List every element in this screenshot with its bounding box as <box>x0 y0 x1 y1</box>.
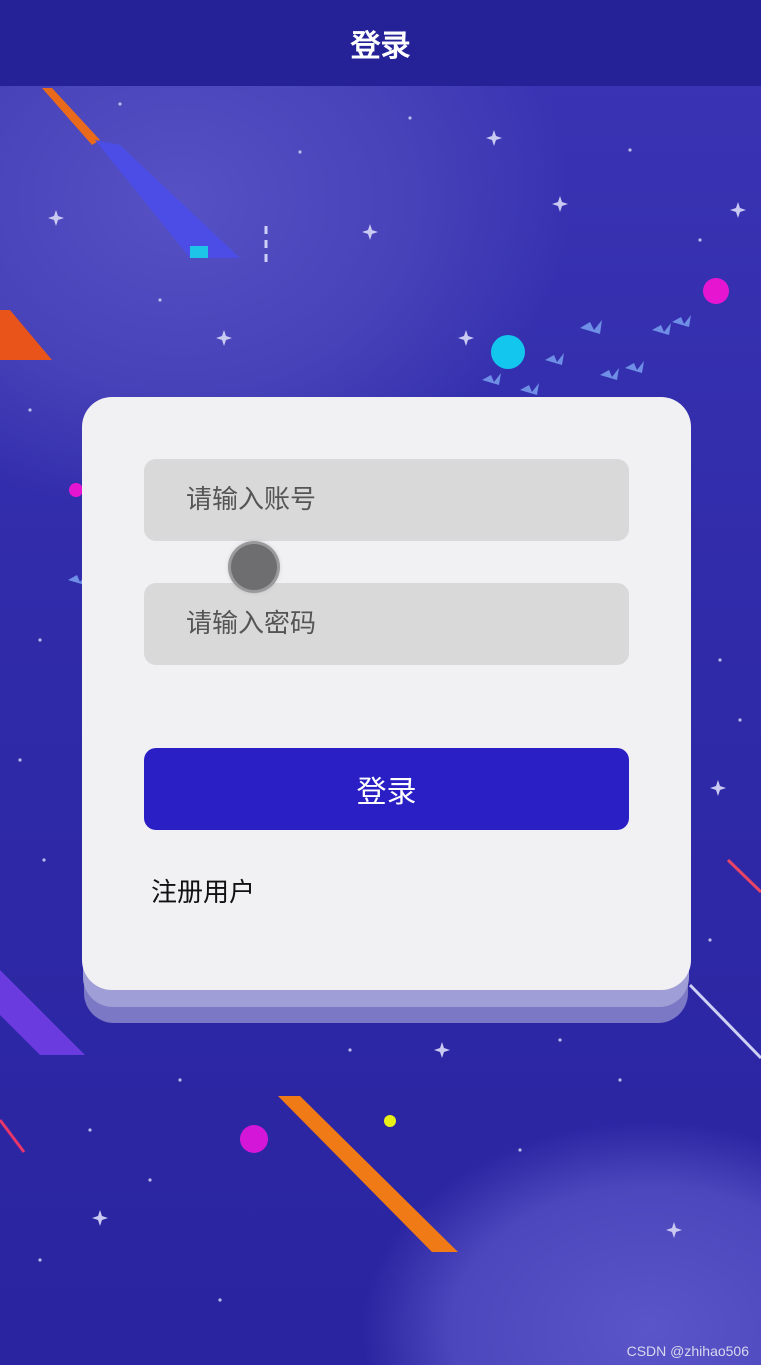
app-header: 登录 <box>0 0 761 86</box>
streak-purple-left <box>0 970 85 1055</box>
streak-white-right <box>688 983 761 1060</box>
page-title: 登录 <box>350 29 411 64</box>
streak-orange-bottom <box>278 1096 458 1252</box>
register-link[interactable]: 注册用户 <box>151 872 255 909</box>
account-input[interactable] <box>144 459 629 541</box>
streak-blue-top <box>95 140 240 258</box>
orb-cyan <box>491 335 525 369</box>
streak-red-left <box>0 1119 26 1153</box>
password-input[interactable] <box>144 583 629 665</box>
streak-red-right <box>726 858 761 894</box>
orb-yellow <box>384 1115 396 1127</box>
orb-magenta-left <box>69 483 83 497</box>
streak-orange-top <box>42 88 100 145</box>
streak-cyan <box>190 246 208 258</box>
orb-magenta-bottom <box>240 1125 268 1153</box>
watermark: CSDN @zhihao506 <box>626 1343 749 1359</box>
login-button[interactable]: 登录 <box>144 748 629 830</box>
streak-orange-left <box>0 310 52 360</box>
orb-magenta-top <box>703 278 729 304</box>
touch-cursor <box>231 544 277 590</box>
